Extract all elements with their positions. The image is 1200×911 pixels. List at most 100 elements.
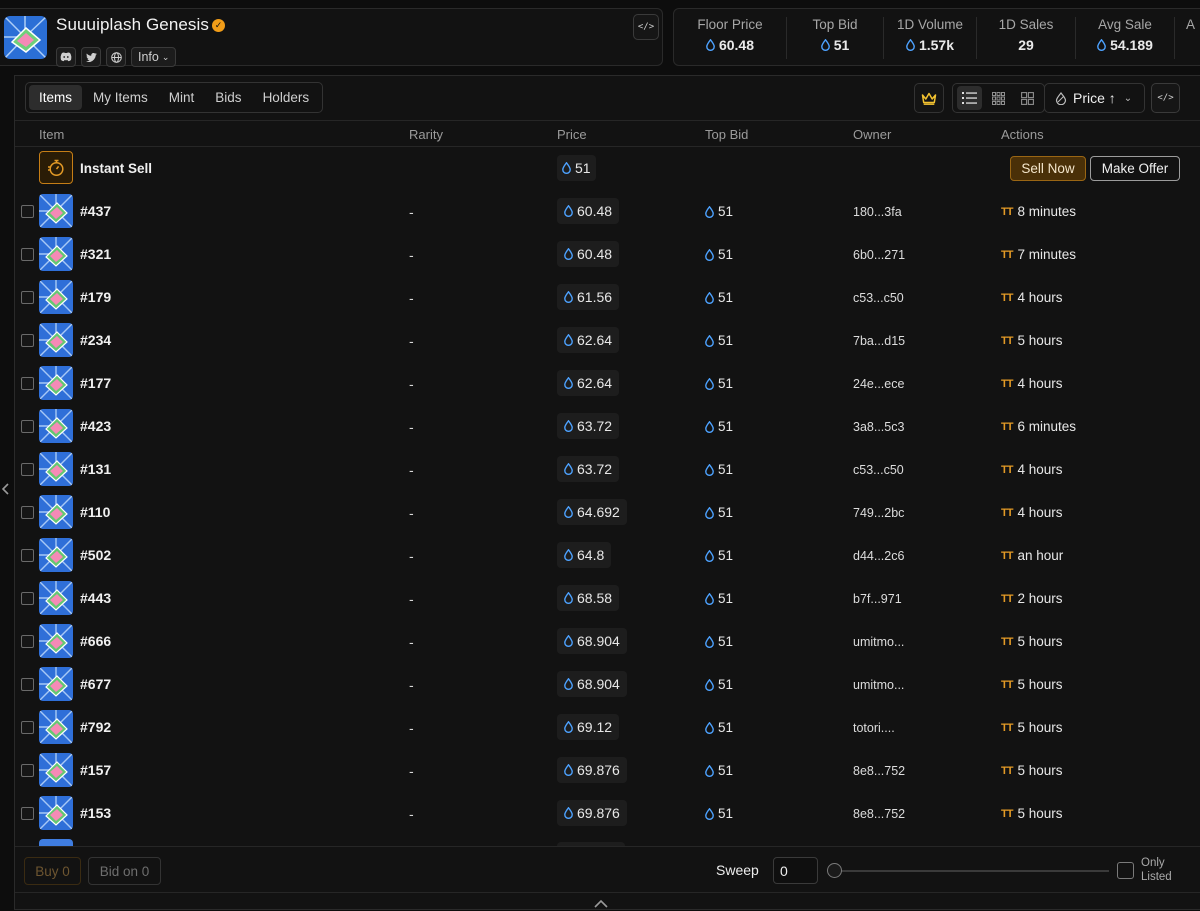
column-price[interactable]: Price xyxy=(557,127,587,142)
item-listed-time: TT 2 hours xyxy=(1001,591,1062,606)
row-checkbox[interactable] xyxy=(21,678,34,691)
row-checkbox[interactable] xyxy=(21,291,34,304)
table-row[interactable]: #502 - 64.8 51 d44...2c6 TT an hour xyxy=(15,534,1200,577)
row-checkbox[interactable] xyxy=(21,205,34,218)
item-owner[interactable]: 3a8...5c3 xyxy=(853,420,904,434)
table-row[interactable]: #157 - 69.876 51 8e8...752 TT 5 hours xyxy=(15,749,1200,792)
table-row[interactable]: #179 - 61.56 51 c53...c50 TT 4 hours xyxy=(15,276,1200,319)
item-owner[interactable]: 6b0...271 xyxy=(853,248,905,262)
tab-my-items[interactable]: My Items xyxy=(83,85,158,110)
stat-label: 1D Volume xyxy=(896,17,964,32)
item-name[interactable]: #157 xyxy=(80,762,111,778)
item-owner[interactable]: umitmo... xyxy=(853,635,904,649)
chevron-left-icon[interactable] xyxy=(1,482,10,499)
sweep-input[interactable]: 0 xyxy=(773,857,818,884)
sui-icon xyxy=(705,506,714,519)
item-name[interactable]: #234 xyxy=(80,332,111,348)
column-top-bid[interactable]: Top Bid xyxy=(705,127,748,142)
item-price: 64.8 xyxy=(557,542,612,568)
listed-time-value: 5 hours xyxy=(1017,720,1063,735)
crown-button[interactable] xyxy=(914,83,944,113)
row-checkbox[interactable] xyxy=(21,764,34,777)
discord-icon[interactable] xyxy=(56,47,76,67)
item-thumbnail xyxy=(39,323,73,357)
tab-mint[interactable]: Mint xyxy=(159,85,205,110)
item-owner[interactable]: 8e8...752 xyxy=(853,764,905,778)
item-name[interactable]: #437 xyxy=(80,203,111,219)
table-row[interactable]: #153 - 69.876 51 8e8...752 TT 5 hours xyxy=(15,792,1200,835)
tab-holders[interactable]: Holders xyxy=(253,85,320,110)
item-name[interactable]: #443 xyxy=(80,590,111,606)
item-owner[interactable]: c53...c50 xyxy=(853,291,904,305)
instant-sell-price: 51 xyxy=(557,155,596,181)
item-owner[interactable]: 7ba...d15 xyxy=(853,334,905,348)
row-checkbox[interactable] xyxy=(21,592,34,605)
row-checkbox[interactable] xyxy=(21,377,34,390)
bid-button[interactable]: Bid on 0 xyxy=(88,857,161,885)
item-owner[interactable]: 8e8...752 xyxy=(853,807,905,821)
globe-icon[interactable] xyxy=(106,47,126,67)
buy-button[interactable]: Buy 0 xyxy=(24,857,81,885)
table-row[interactable]: #443 - 68.58 51 b7f...971 TT 2 hours xyxy=(15,577,1200,620)
sell-now-button[interactable]: Sell Now xyxy=(1010,156,1086,181)
item-owner[interactable]: umitmo... xyxy=(853,678,904,692)
item-name[interactable]: #179 xyxy=(80,289,111,305)
item-name[interactable]: #677 xyxy=(80,676,111,692)
only-listed-checkbox[interactable] xyxy=(1117,862,1134,879)
embed-code-button[interactable]: </> xyxy=(633,14,659,40)
embed-code-button-2[interactable]: </> xyxy=(1151,83,1180,113)
item-owner[interactable]: 180...3fa xyxy=(853,205,902,219)
item-name[interactable]: #666 xyxy=(80,633,111,649)
item-name[interactable]: #153 xyxy=(80,805,111,821)
item-owner[interactable]: 749...2bc xyxy=(853,506,904,520)
item-rarity: - xyxy=(409,419,414,435)
twitter-icon[interactable] xyxy=(81,47,101,67)
list-view-button[interactable] xyxy=(957,86,982,110)
table-row[interactable]: #666 - 68.904 51 umitmo... TT 5 hours xyxy=(15,620,1200,663)
row-checkbox[interactable] xyxy=(21,463,34,476)
info-dropdown[interactable]: Info ⌄ xyxy=(131,47,177,67)
column-rarity[interactable]: Rarity xyxy=(409,127,443,142)
table-row[interactable]: #234 - 62.64 51 7ba...d15 TT 5 hours xyxy=(15,319,1200,362)
sort-dropdown[interactable]: Price ↑ ⌄ xyxy=(1044,83,1145,113)
table-row[interactable]: #177 - 62.64 51 24e...ece TT 4 hours xyxy=(15,362,1200,405)
item-name[interactable]: #502 xyxy=(80,547,111,563)
item-name[interactable]: #792 xyxy=(80,719,111,735)
row-checkbox[interactable] xyxy=(21,506,34,519)
table-row[interactable]: #437 - 60.48 51 180...3fa TT 8 minutes xyxy=(15,190,1200,233)
row-checkbox[interactable] xyxy=(21,635,34,648)
item-owner[interactable]: 24e...ece xyxy=(853,377,904,391)
large-grid-view-button[interactable] xyxy=(1015,86,1040,110)
table-row[interactable]: #110 - 64.692 51 749...2bc TT 4 hours xyxy=(15,491,1200,534)
item-name[interactable]: #423 xyxy=(80,418,111,434)
item-owner[interactable]: d44...2c6 xyxy=(853,549,904,563)
tab-bids[interactable]: Bids xyxy=(205,85,251,110)
table-row[interactable]: #792 - 69.12 51 totori.... TT 5 hours xyxy=(15,706,1200,749)
item-name[interactable]: #177 xyxy=(80,375,111,391)
row-checkbox[interactable] xyxy=(21,248,34,261)
listed-time-value: 5 hours xyxy=(1017,806,1063,821)
table-row[interactable]: #423 - 63.72 51 3a8...5c3 TT 6 minutes xyxy=(15,405,1200,448)
item-thumbnail xyxy=(39,495,73,529)
item-owner[interactable]: b7f...971 xyxy=(853,592,902,606)
item-owner[interactable]: totori.... xyxy=(853,721,895,735)
row-checkbox[interactable] xyxy=(21,420,34,433)
item-name[interactable]: #131 xyxy=(80,461,111,477)
tab-items[interactable]: Items xyxy=(29,85,83,110)
row-checkbox[interactable] xyxy=(21,721,34,734)
sweep-slider-handle[interactable] xyxy=(827,863,842,878)
grid-view-button[interactable] xyxy=(986,86,1011,110)
listed-time-value: 5 hours xyxy=(1017,763,1063,778)
item-owner[interactable]: c53...c50 xyxy=(853,463,904,477)
chevron-up-icon[interactable] xyxy=(594,895,608,911)
sweep-slider-track[interactable] xyxy=(833,870,1109,872)
table-row[interactable]: #677 - 68.904 51 umitmo... TT 5 hours xyxy=(15,663,1200,706)
item-name[interactable]: #321 xyxy=(80,246,111,262)
make-offer-button[interactable]: Make Offer xyxy=(1090,156,1180,181)
table-row[interactable]: #131 - 63.72 51 c53...c50 TT 4 hours xyxy=(15,448,1200,491)
table-row[interactable]: #321 - 60.48 51 6b0...271 TT 7 minutes xyxy=(15,233,1200,276)
item-name[interactable]: #110 xyxy=(80,504,110,520)
row-checkbox[interactable] xyxy=(21,549,34,562)
row-checkbox[interactable] xyxy=(21,334,34,347)
row-checkbox[interactable] xyxy=(21,807,34,820)
